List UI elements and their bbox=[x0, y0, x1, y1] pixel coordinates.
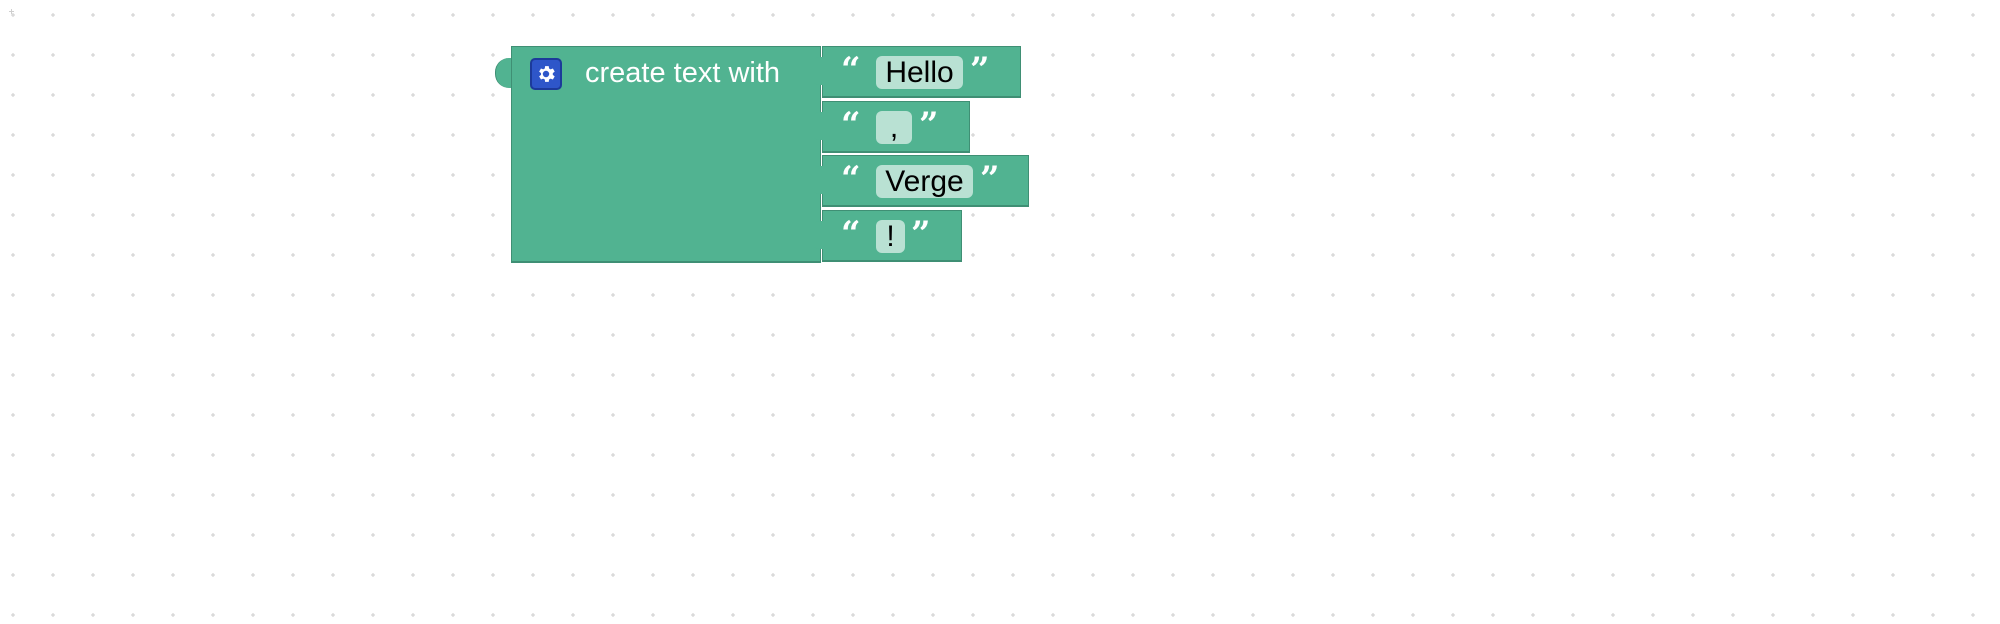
input-connector bbox=[809, 57, 825, 85]
text-block-hello[interactable]: “ Hello ” bbox=[809, 46, 1021, 98]
input-connector bbox=[809, 221, 825, 249]
gear-icon bbox=[539, 66, 555, 82]
open-quote-icon: “ bbox=[841, 105, 861, 145]
close-quote-icon: ” bbox=[911, 214, 931, 254]
mutator-button[interactable] bbox=[530, 58, 562, 90]
open-quote-icon: “ bbox=[841, 50, 861, 90]
close-quote-icon: ” bbox=[980, 159, 1000, 199]
text-field[interactable]: , bbox=[876, 111, 912, 144]
text-field[interactable]: Hello bbox=[876, 56, 963, 89]
text-block-comma[interactable]: “ , ” bbox=[809, 101, 970, 153]
input-connector bbox=[809, 166, 825, 194]
text-field[interactable]: ! bbox=[876, 220, 905, 253]
close-quote-icon: ” bbox=[970, 50, 990, 90]
text-block-exclamation[interactable]: “ ! ” bbox=[809, 210, 962, 262]
open-quote-icon: “ bbox=[841, 214, 861, 254]
text-field[interactable]: Verge bbox=[876, 165, 973, 198]
input-connector bbox=[809, 112, 825, 140]
block-label: create text with bbox=[585, 57, 781, 89]
text-block-verge[interactable]: “ Verge ” bbox=[809, 155, 1029, 207]
blockly-workspace[interactable]: create text with “ Hello ” “ , ” “ Verge… bbox=[0, 0, 2000, 624]
open-quote-icon: “ bbox=[841, 159, 861, 199]
close-quote-icon: ” bbox=[919, 105, 939, 145]
